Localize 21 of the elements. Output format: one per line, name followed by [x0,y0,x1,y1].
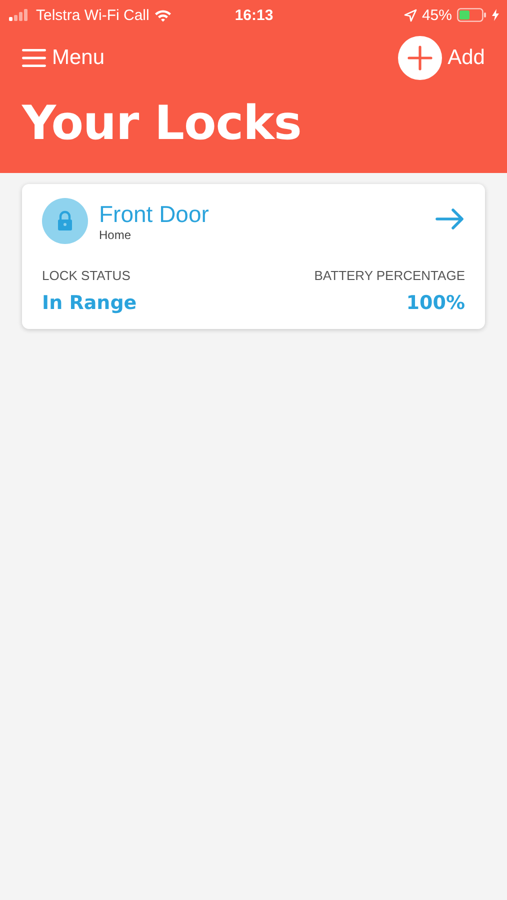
clock-time: 16:13 [234,6,274,24]
menu-button[interactable]: Menu [22,46,105,70]
charging-bolt-icon [492,9,499,21]
menu-icon [22,48,46,68]
status-value: In Range [42,292,137,314]
status-label: LOCK STATUS [42,268,130,283]
add-button[interactable]: Add [398,36,485,80]
location-arrow-icon [404,8,417,22]
page-title: Your Locks [20,95,302,153]
battery-icon [457,8,487,22]
lock-location: Home [99,228,132,242]
battery-percent: 45% [422,6,452,24]
plus-icon [398,36,442,80]
lock-card[interactable]: Front Door Home LOCK STATUS In Range BATTERY PERCENTAGE 100% [22,184,485,329]
wifi-icon [154,8,172,22]
carrier-name: Telstra Wi-Fi Call [36,6,150,24]
lock-name: Front Door [99,201,210,227]
padlock-icon [42,198,88,244]
battery-value: 100% [406,292,465,314]
arrow-right-icon[interactable] [435,208,465,230]
battery-label: BATTERY PERCENTAGE [314,268,465,283]
